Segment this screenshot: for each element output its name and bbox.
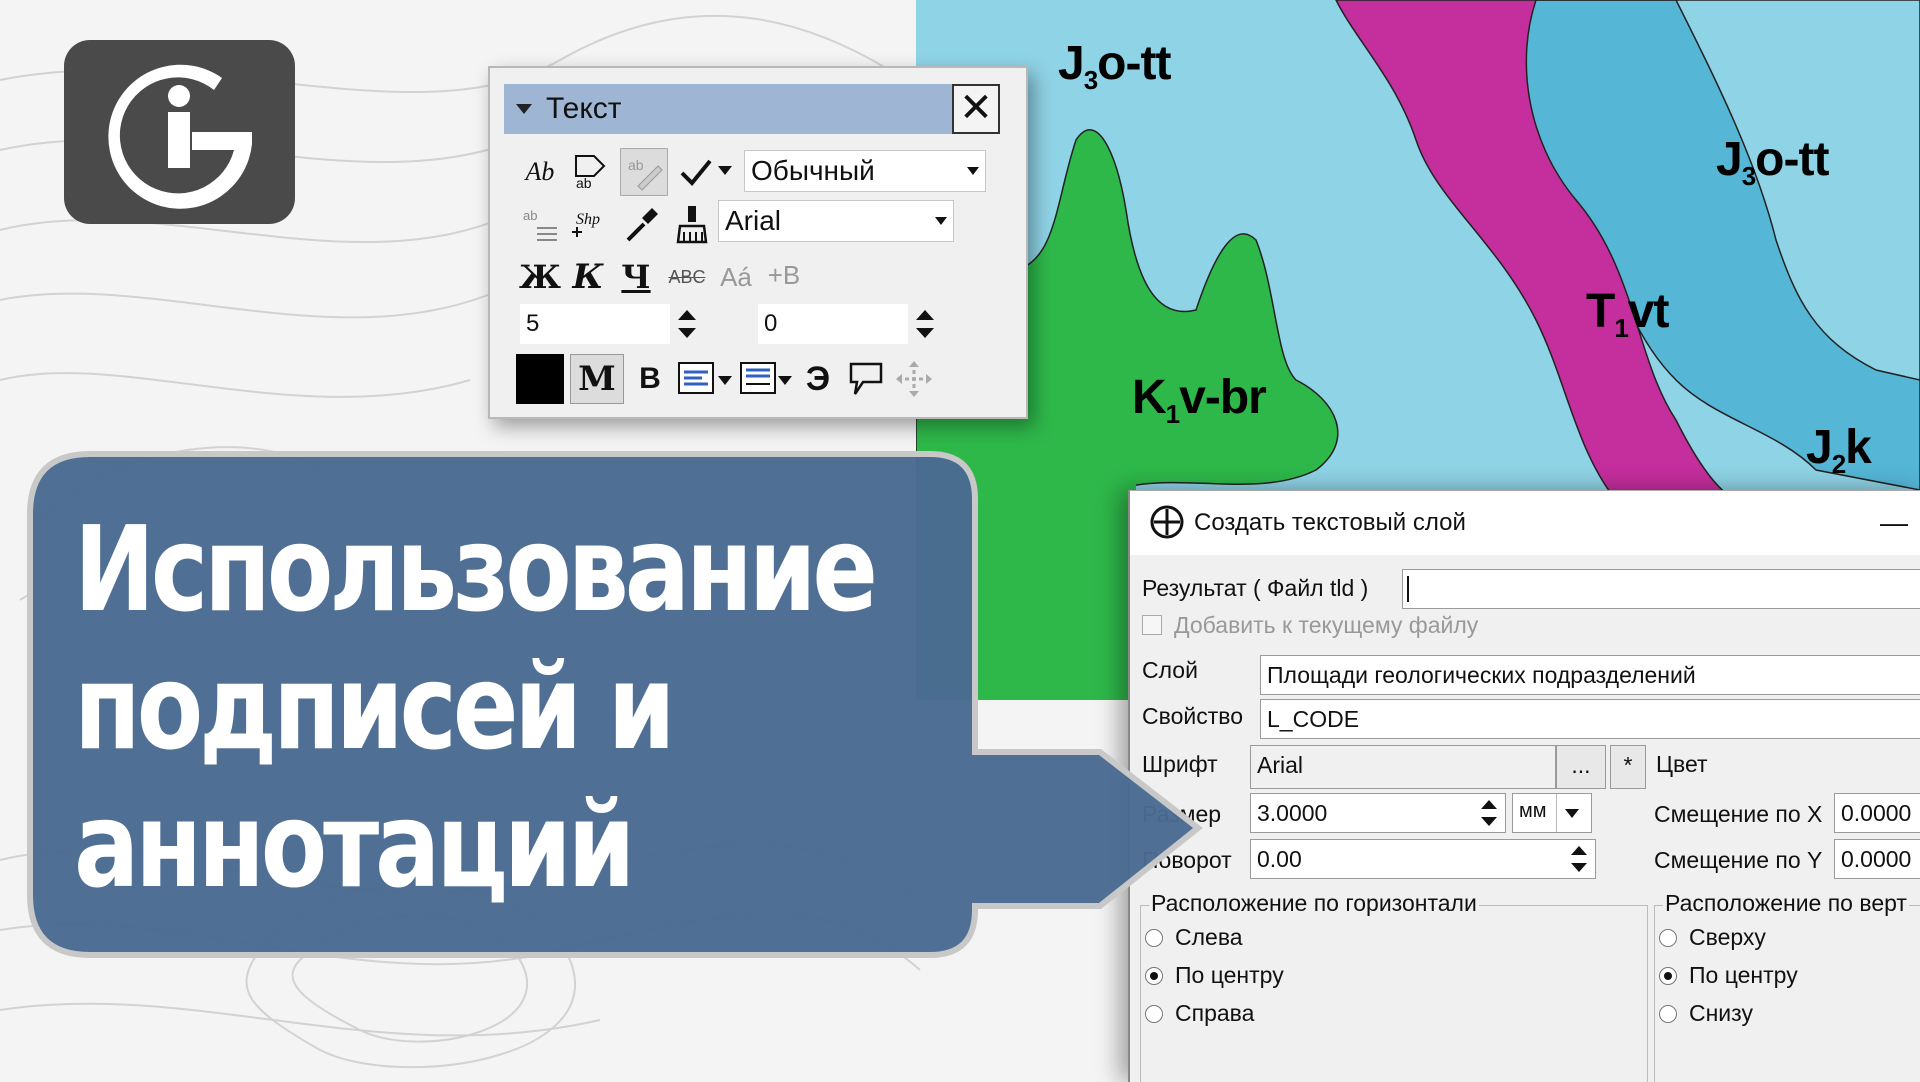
headline-line-2: подписей и: [74, 638, 675, 776]
headline: Использование подписей и аннотаций: [74, 500, 878, 914]
headline-line-3: аннотаций: [74, 776, 635, 914]
headline-line-1: Использование: [74, 500, 878, 638]
